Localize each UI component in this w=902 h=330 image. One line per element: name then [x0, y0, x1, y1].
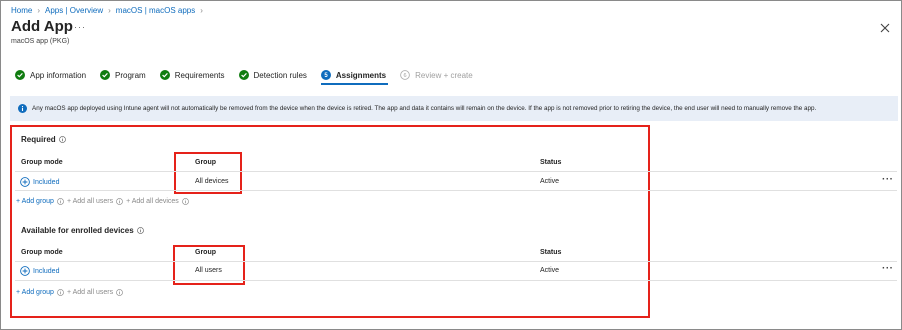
header-divider	[15, 261, 897, 262]
column-header-group[interactable]: Group	[195, 249, 216, 256]
more-icon[interactable]: ···	[882, 263, 894, 274]
available-included-link[interactable]: Included	[20, 266, 59, 276]
step-label: Review + create	[415, 70, 473, 80]
required-included-link[interactable]: Included	[20, 177, 59, 187]
required-section-title: Required	[21, 135, 66, 144]
check-circle-icon	[100, 70, 111, 80]
step-app-information[interactable]: App information	[15, 70, 86, 80]
available-status-value: Active	[540, 267, 560, 274]
add-all-users-link[interactable]: + Add all users	[67, 198, 113, 205]
add-circle-icon	[20, 266, 30, 276]
step-label: App information	[30, 70, 87, 80]
add-group-link[interactable]: + Add group	[16, 198, 54, 205]
step-number-icon: 6	[400, 70, 410, 80]
check-circle-icon	[15, 70, 25, 80]
header-divider	[15, 171, 897, 172]
column-header-group-mode[interactable]: Group mode	[21, 159, 63, 166]
page-subtitle: macOS app (PKG)	[11, 38, 70, 45]
required-status-value: Active	[540, 178, 560, 185]
info-icon[interactable]	[57, 198, 64, 205]
more-icon[interactable]: ···	[74, 22, 86, 32]
chevron-right-icon: ›	[200, 6, 203, 15]
more-icon[interactable]: ···	[882, 174, 894, 185]
info-icon[interactable]	[116, 289, 123, 296]
info-icon[interactable]	[57, 289, 64, 296]
breadcrumb-apps-overview[interactable]: Apps | Overview	[45, 6, 103, 15]
add-group-link[interactable]: + Add group	[16, 289, 54, 296]
add-all-devices-link[interactable]: + Add all devices	[126, 198, 179, 205]
info-icon[interactable]	[58, 136, 66, 143]
check-circle-icon	[159, 70, 170, 80]
info-icon[interactable]	[116, 198, 123, 205]
available-group-value: All users	[195, 267, 222, 274]
wizard-steps: App information Program Requirements Det…	[15, 70, 487, 85]
info-banner: Any macOS app deployed using Intune agen…	[10, 96, 898, 121]
add-circle-icon	[20, 177, 30, 187]
breadcrumb-macos-apps[interactable]: macOS | macOS apps	[116, 6, 195, 15]
row-divider	[15, 280, 897, 281]
close-icon[interactable]	[880, 23, 890, 33]
row-divider	[15, 190, 897, 191]
step-label: Program	[115, 70, 146, 80]
column-header-group-mode[interactable]: Group mode	[21, 249, 63, 256]
step-detection-rules[interactable]: Detection rules	[238, 70, 307, 80]
info-icon	[18, 104, 27, 113]
chevron-right-icon: ›	[37, 6, 41, 15]
column-header-group[interactable]: Group	[195, 159, 216, 166]
column-header-status[interactable]: Status	[540, 249, 561, 256]
breadcrumb-home[interactable]: Home	[11, 6, 32, 15]
step-label: Assignments	[335, 70, 387, 80]
svg-text:6: 6	[404, 73, 407, 79]
check-circle-icon	[238, 70, 249, 80]
step-review-create: 6 Review + create	[400, 70, 473, 80]
page-title: Add App	[11, 18, 73, 35]
chevron-right-icon: ›	[108, 6, 111, 15]
column-header-status[interactable]: Status	[540, 159, 561, 166]
add-all-users-link[interactable]: + Add all users	[67, 289, 113, 296]
step-label: Requirements	[174, 70, 225, 80]
available-section-title: Available for enrolled devices	[21, 226, 144, 235]
info-icon[interactable]	[136, 227, 144, 234]
info-banner-text: Any macOS app deployed using Intune agen…	[32, 105, 817, 112]
step-requirements[interactable]: Requirements	[159, 70, 225, 80]
required-group-value: All devices	[195, 178, 229, 185]
step-program[interactable]: Program	[100, 70, 146, 80]
step-assignments[interactable]: 5 Assignments	[320, 70, 389, 85]
available-add-actions: + Add group + Add all users	[16, 289, 123, 296]
step-number-icon: 5	[320, 70, 331, 80]
breadcrumb: Home › Apps | Overview › macOS | macOS a…	[11, 6, 203, 15]
info-icon[interactable]	[181, 198, 189, 205]
step-label: Detection rules	[253, 70, 307, 80]
required-add-actions: + Add group + Add all users + Add all de…	[16, 198, 189, 205]
